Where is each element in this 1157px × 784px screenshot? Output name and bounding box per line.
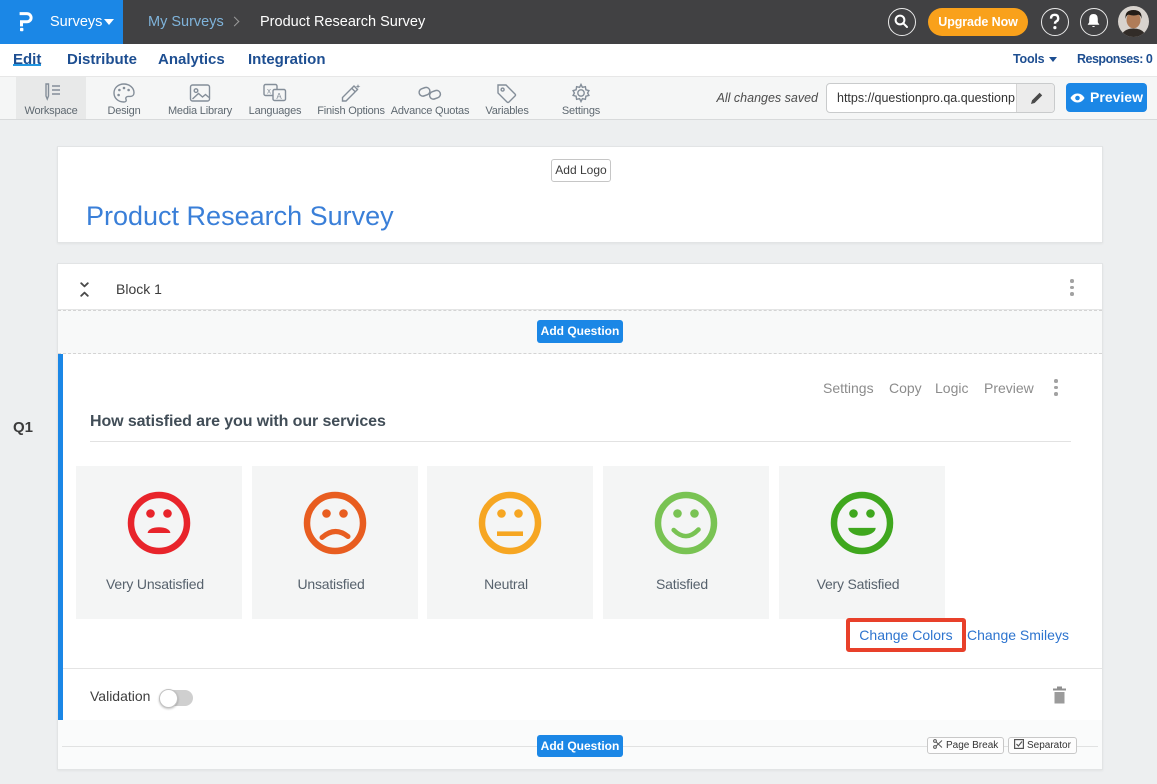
svg-text:A: A	[276, 92, 282, 101]
svg-text:x: x	[267, 87, 271, 96]
